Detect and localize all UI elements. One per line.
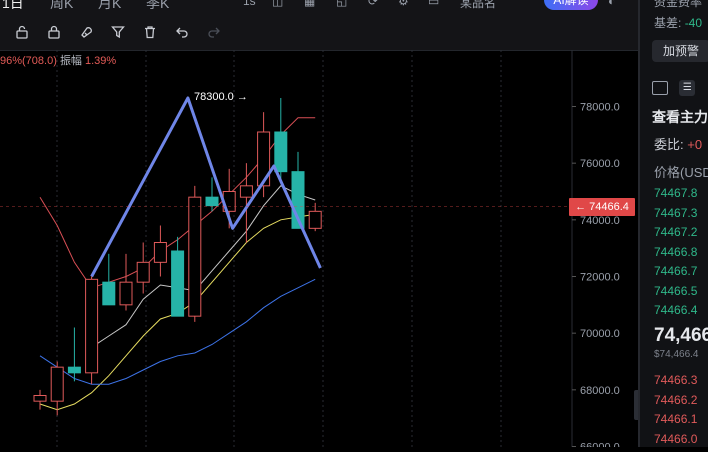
candle-body xyxy=(308,210,322,229)
drawing-toolbar xyxy=(0,14,638,51)
order-row-upper[interactable]: 74466.8 xyxy=(654,245,697,259)
candle-body xyxy=(67,366,81,374)
axis-tick-label: 70000.0 xyxy=(580,328,620,340)
amplitude-label: 振幅 xyxy=(59,55,82,67)
candle-body xyxy=(136,261,150,283)
ratio-value: +0 xyxy=(687,137,703,152)
ai-menu-icon[interactable]: ◐ xyxy=(608,0,615,8)
order-row-lower[interactable]: 74466.0 xyxy=(654,432,697,446)
ai-analysis-button[interactable]: AI解读 xyxy=(544,0,598,10)
candle-body xyxy=(274,131,288,173)
order-row-upper[interactable]: 74466.7 xyxy=(654,264,697,278)
unlock-icon[interactable] xyxy=(12,22,32,42)
current-price: 74,466 xyxy=(654,325,708,346)
last-price-value: 74466.4 xyxy=(589,201,629,213)
amplitude-value: 1.39% xyxy=(85,55,117,67)
candle-body xyxy=(171,250,185,317)
interval-selector[interactable]: 1s xyxy=(243,0,256,8)
order-row-lower[interactable]: 74466.3 xyxy=(654,373,697,387)
layout-icon[interactable]: ▭ xyxy=(428,0,439,8)
candle-body xyxy=(205,196,219,207)
candle-body xyxy=(33,395,47,402)
filter-icon[interactable] xyxy=(108,22,128,42)
ratio-row: 委比: +0 xyxy=(654,134,702,153)
grid-icon[interactable]: ▦ xyxy=(304,0,315,8)
moving-average-line xyxy=(91,185,316,348)
tab-day[interactable]: 1日 xyxy=(2,0,24,13)
redo-icon[interactable] xyxy=(204,22,224,42)
candle-body xyxy=(50,366,64,402)
timeframe-bar: 1日 周K 月K 季K 1s ◫ ▦ ◱ ⟳ ⚙ ▭ 某品名 AI解读 ◐ xyxy=(0,0,638,15)
basis-label: 基差: xyxy=(654,16,682,30)
axis-tick-label: 68000.0 xyxy=(580,385,620,397)
change-value: 96%(708.0) xyxy=(0,55,57,67)
price-chart[interactable]: 78000.0 76000.0 74000.0 72000.0 70000.0 68000… xyxy=(0,50,638,452)
panel-tools: ☰ xyxy=(652,80,696,96)
order-row-upper[interactable]: 74466.5 xyxy=(654,284,697,298)
tab-month[interactable]: 月K xyxy=(98,0,121,13)
magnet-icon[interactable] xyxy=(76,22,96,42)
order-row-upper[interactable]: 74467.3 xyxy=(654,206,697,220)
ratio-label: 委比: xyxy=(654,137,684,152)
trash-icon[interactable] xyxy=(140,22,160,42)
order-row-lower[interactable]: 74466.1 xyxy=(654,412,697,426)
peak-annotation[interactable]: 78300.0 → xyxy=(194,91,248,103)
candle-body xyxy=(153,242,167,263)
funding-rate-label: 资金费率 xyxy=(654,0,703,9)
last-price-arrow: ← xyxy=(575,201,590,213)
candle-body xyxy=(119,281,133,306)
candle-body xyxy=(102,281,116,306)
undo-icon[interactable] xyxy=(172,22,192,42)
refresh-icon[interactable]: ⟳ xyxy=(368,0,378,8)
axis-tick-label: 74000.0 xyxy=(580,215,620,227)
axis-tick-label: 78000.0 xyxy=(580,102,620,114)
projection-line xyxy=(90,96,322,278)
price-column-header: 价格(USD xyxy=(654,165,708,180)
order-row-lower[interactable]: 74466.2 xyxy=(654,393,697,407)
change-info: 96%(708.0) 振幅 1.39% xyxy=(0,52,116,68)
current-price-usd: $74,466.4 xyxy=(654,349,699,360)
order-book-panel: 资金费率 基差: -40 加预警 ☰ 查看主力 委比: +0 价格(USD 74… xyxy=(640,0,708,447)
axis-tick-label: 76000.0 xyxy=(580,158,620,170)
panel-copy-icon[interactable] xyxy=(652,81,668,95)
panel-orderbook-icon[interactable]: ☰ xyxy=(679,80,696,96)
candle-body xyxy=(239,185,253,198)
main-force-link[interactable]: 查看主力 xyxy=(652,107,708,127)
indicator-icon[interactable]: ◫ xyxy=(272,0,283,8)
compare-icon[interactable]: ◱ xyxy=(336,0,347,8)
order-row-upper[interactable]: 74467.2 xyxy=(654,225,697,239)
settings-icon[interactable]: ⚙ xyxy=(398,0,409,8)
order-row-upper[interactable]: 74467.8 xyxy=(654,186,697,200)
order-row-upper[interactable]: 74466.4 xyxy=(654,303,697,317)
axis-tick-label: 66000.0 xyxy=(580,442,620,448)
lock-icon[interactable] xyxy=(44,22,64,42)
tab-quarter[interactable]: 季K xyxy=(146,0,169,13)
candle-body xyxy=(188,196,202,317)
candle-body xyxy=(85,278,99,374)
add-alert-button[interactable]: 加预警 xyxy=(652,40,708,62)
symbol-selector[interactable]: 某品名 xyxy=(460,0,496,11)
basis-row: 基差: -40 xyxy=(654,14,702,31)
candlestick-chart[interactable]: 78000.0 76000.0 74000.0 72000.0 70000.0 68000… xyxy=(0,50,638,452)
basis-value: -40 xyxy=(684,16,703,30)
tab-week[interactable]: 周K xyxy=(50,0,73,13)
last-price-tag: ← 74466.4 xyxy=(569,198,635,216)
axis-tick-label: 72000.0 xyxy=(580,272,620,284)
